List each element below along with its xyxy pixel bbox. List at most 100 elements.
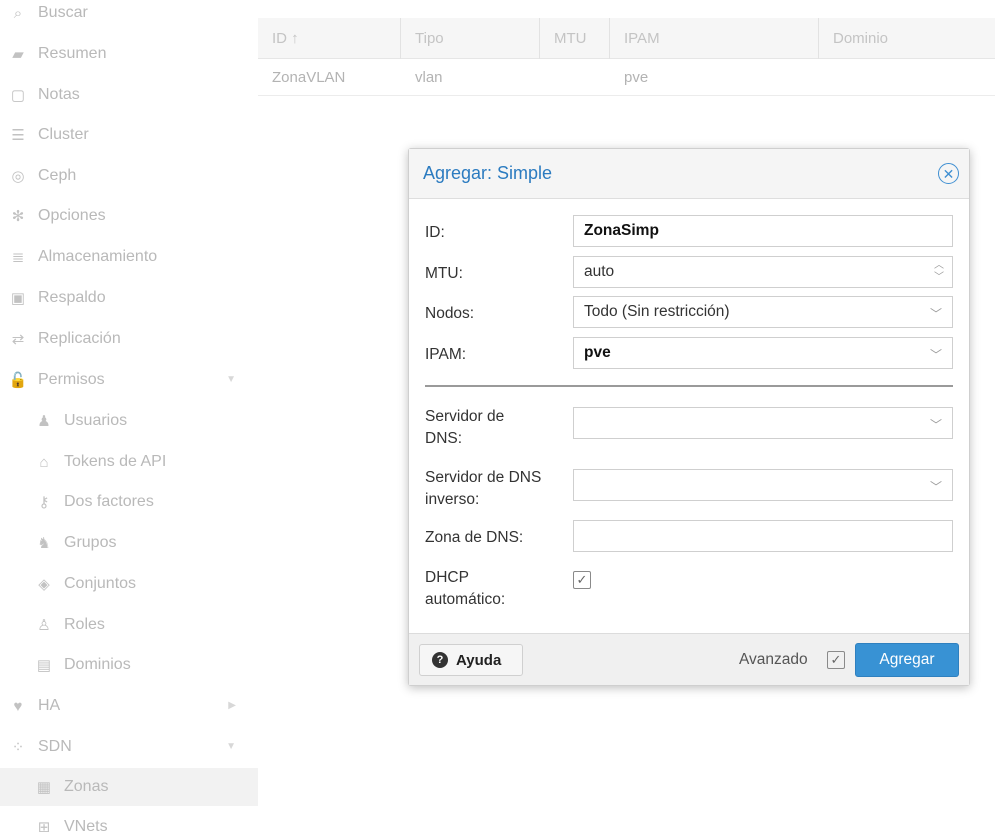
sidebar-item-storage[interactable]: ≣ Almacenamiento bbox=[0, 238, 258, 276]
mtu-input[interactable]: auto ︿ ﹀ bbox=[573, 256, 953, 288]
reverse-dns-label: Servidor de DNS inverso: bbox=[425, 467, 541, 511]
gear-icon: ✻ bbox=[11, 208, 25, 225]
sidebar-item-permissions[interactable]: 🔓 Permisos ▼ bbox=[0, 361, 258, 399]
chevron-down-icon[interactable]: ▼ bbox=[226, 374, 236, 385]
sidebar-item-roles[interactable]: ♙ Roles bbox=[0, 606, 258, 644]
sidebar-item-label: Roles bbox=[64, 616, 105, 633]
search-icon: ⌕ bbox=[13, 4, 23, 22]
sidebar-item-label: SDN bbox=[38, 738, 72, 755]
sidebar-item-options[interactable]: ✻ Opciones bbox=[0, 197, 258, 235]
cell-ipam: pve bbox=[624, 69, 649, 86]
sidebar-item-realms[interactable]: ▤ Dominios bbox=[0, 646, 258, 684]
chevron-down-icon[interactable]: ﹀ bbox=[930, 478, 942, 495]
sidebar-item-zones[interactable]: ▦ Zonas bbox=[0, 768, 258, 806]
column-header-domain[interactable]: Dominio bbox=[819, 18, 995, 59]
column-label: Dominio bbox=[833, 30, 889, 47]
sidebar-item-label: Tokens de API bbox=[64, 453, 167, 470]
id-value: ZonaSimp bbox=[584, 222, 659, 239]
sidebar: ⌕ Buscar ▰ Resumen ▢ Notas ☰ Cluster ◎ C… bbox=[0, 0, 258, 832]
help-button[interactable]: ? Ayuda bbox=[419, 644, 523, 676]
nodes-select[interactable]: Todo (Sin restricción) ﹀ bbox=[573, 296, 953, 328]
id-input[interactable]: ZonaSimp bbox=[573, 215, 953, 247]
sidebar-item-label: Usuarios bbox=[64, 412, 128, 429]
book-icon: ▰ bbox=[12, 46, 24, 63]
sidebar-item-api-tokens[interactable]: ⌂ Tokens de API bbox=[0, 443, 258, 481]
column-header-mtu[interactable]: MTU bbox=[540, 18, 610, 59]
dns-server-label: Servidor de DNS: bbox=[425, 406, 504, 450]
add-button[interactable]: Agregar bbox=[855, 643, 959, 677]
mtu-label: MTU: bbox=[425, 265, 463, 282]
sidebar-item-two-factor[interactable]: ⚷ Dos factores bbox=[0, 483, 258, 521]
sdn-icon: ⁘ bbox=[11, 739, 25, 756]
auto-dhcp-checkbox[interactable]: ✓ bbox=[573, 571, 591, 589]
chevron-down-icon[interactable]: ﹀ bbox=[930, 346, 942, 363]
sidebar-item-groups[interactable]: ♞ Grupos bbox=[0, 524, 258, 562]
ipam-label: IPAM: bbox=[425, 346, 467, 363]
cell-id: ZonaVLAN bbox=[272, 69, 346, 86]
table-row[interactable]: ZonaVLAN vlan pve bbox=[258, 60, 995, 96]
sidebar-item-ceph[interactable]: ◎ Ceph bbox=[0, 157, 258, 195]
sidebar-item-replication[interactable]: ⇄ Replicación bbox=[0, 320, 258, 358]
chevron-right-icon[interactable]: ▶ bbox=[228, 700, 236, 711]
address-book-icon: ▤ bbox=[36, 657, 52, 674]
tags-icon: ◈ bbox=[38, 576, 50, 593]
note-icon: ▢ bbox=[10, 87, 26, 104]
check-icon: ✓ bbox=[576, 572, 588, 587]
auto-dhcp-label: DHCP automático: bbox=[425, 567, 505, 611]
database-icon: ≣ bbox=[11, 249, 25, 266]
column-label: Tipo bbox=[415, 30, 444, 47]
help-button-label: Ayuda bbox=[456, 651, 502, 669]
network-icon: ⊞ bbox=[37, 819, 51, 832]
label-line: inverso: bbox=[425, 491, 480, 508]
add-button-label: Agregar bbox=[879, 651, 935, 668]
dns-zone-label: Zona de DNS: bbox=[425, 529, 524, 546]
sidebar-item-label: Respaldo bbox=[38, 289, 106, 306]
sidebar-item-cluster[interactable]: ☰ Cluster bbox=[0, 116, 258, 154]
reverse-dns-select[interactable]: ﹀ bbox=[573, 469, 953, 501]
close-icon[interactable]: ✕ bbox=[938, 163, 959, 184]
sidebar-item-label: Cluster bbox=[38, 126, 89, 143]
sidebar-item-users[interactable]: ♟ Usuarios bbox=[0, 402, 258, 440]
label-line: Servidor de bbox=[425, 408, 505, 425]
id-label: ID: bbox=[425, 224, 445, 241]
sidebar-item-search[interactable]: ⌕ Buscar bbox=[0, 0, 258, 32]
sidebar-item-label: VNets bbox=[64, 818, 108, 832]
dialog-header[interactable]: Agregar: Simple ✕ bbox=[409, 149, 969, 199]
sidebar-item-label: Conjuntos bbox=[64, 575, 137, 592]
cell-type: vlan bbox=[415, 69, 443, 86]
sidebar-item-vnets[interactable]: ⊞ VNets bbox=[0, 808, 258, 832]
sidebar-item-sdn[interactable]: ⁘ SDN ▼ bbox=[0, 728, 258, 766]
ipam-select[interactable]: pve ﹀ bbox=[573, 337, 953, 369]
label-line: DHCP bbox=[425, 569, 469, 586]
sidebar-item-notes[interactable]: ▢ Notas bbox=[0, 76, 258, 114]
sidebar-item-summary[interactable]: ▰ Resumen bbox=[0, 35, 258, 73]
sidebar-item-label: Ceph bbox=[38, 167, 77, 184]
sidebar-item-label: Grupos bbox=[64, 534, 117, 551]
sidebar-item-label: Zonas bbox=[64, 778, 109, 795]
column-header-ipam[interactable]: IPAM bbox=[610, 18, 819, 59]
sidebar-item-label: Opciones bbox=[38, 207, 106, 224]
column-header-type[interactable]: Tipo bbox=[401, 18, 540, 59]
label-line: DNS: bbox=[425, 430, 463, 447]
divider bbox=[425, 385, 953, 387]
sidebar-item-ha[interactable]: ♥ HA ▶ bbox=[0, 687, 258, 725]
column-header-id[interactable]: ID ↑ bbox=[258, 18, 401, 59]
spinner-icon[interactable]: ︿ ﹀ bbox=[934, 260, 944, 284]
advanced-checkbox[interactable]: ✓ bbox=[827, 651, 845, 669]
dns-zone-input[interactable] bbox=[573, 520, 953, 552]
chevron-down-icon[interactable]: ﹀ bbox=[930, 416, 942, 433]
dns-server-select[interactable]: ﹀ bbox=[573, 407, 953, 439]
sidebar-item-label: Notas bbox=[38, 86, 80, 103]
ceph-icon: ◎ bbox=[11, 168, 25, 185]
user-outline-icon: ⌂ bbox=[39, 453, 49, 471]
sidebar-item-label: HA bbox=[38, 697, 61, 714]
sidebar-item-backup[interactable]: ▣ Respaldo bbox=[0, 279, 258, 317]
check-icon: ✓ bbox=[830, 652, 842, 667]
dialog-footer: ? Ayuda Avanzado ✓ Agregar bbox=[409, 633, 969, 685]
retweet-icon: ⇄ bbox=[11, 331, 25, 348]
unlock-icon: 🔓 bbox=[8, 372, 28, 389]
sidebar-item-pools[interactable]: ◈ Conjuntos bbox=[0, 565, 258, 603]
chevron-down-icon[interactable]: ﹀ bbox=[930, 305, 942, 322]
chevron-down-icon[interactable]: ▼ bbox=[226, 741, 236, 752]
sidebar-item-label: Dos factores bbox=[64, 493, 154, 510]
